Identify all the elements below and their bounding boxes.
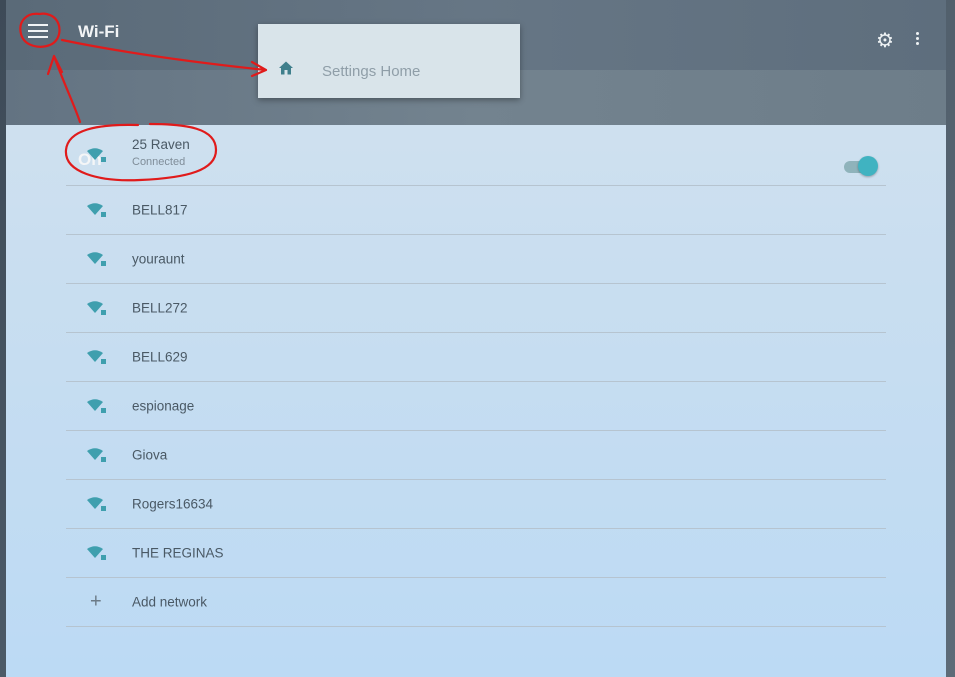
add-network-button[interactable]: + Add network [66, 578, 886, 627]
wifi-signal-icon [87, 350, 106, 364]
nav-dropdown: Settings Home [258, 24, 520, 98]
network-name: Giova [132, 447, 168, 463]
network-name: Rogers16634 [132, 496, 214, 512]
settings-home-item[interactable]: Settings Home [322, 63, 420, 80]
network-name: BELL272 [132, 300, 188, 316]
network-row[interactable]: BELL272 [66, 284, 886, 333]
more-vert-icon[interactable] [912, 30, 922, 52]
network-row[interactable]: Rogers16634 [66, 480, 886, 529]
network-row[interactable]: Giova [66, 431, 886, 480]
wifi-signal-icon [87, 399, 106, 413]
gear-icon[interactable]: ⚙ [874, 30, 896, 52]
network-row[interactable]: BELL817 [66, 186, 886, 235]
wifi-signal-icon [87, 448, 106, 462]
network-row[interactable]: BELL629 [66, 333, 886, 382]
wifi-signal-icon [87, 252, 106, 266]
add-network-label: Add network [132, 594, 208, 610]
network-row[interactable]: 25 Raven Connected [66, 125, 886, 186]
network-row[interactable]: THE REGINAS [66, 529, 886, 578]
plus-icon: + [90, 590, 102, 613]
network-name: BELL817 [132, 202, 188, 218]
network-name: youraunt [132, 251, 185, 267]
home-icon [279, 61, 293, 75]
network-status: Connected [132, 156, 186, 168]
network-list: 25 Raven Connected BELL817 youraunt BELL272 B… [66, 125, 886, 627]
network-name: 25 Raven [132, 137, 190, 152]
wifi-settings-screen: Wi-Fi ⚙ On 25 Raven Connected BELL817 youra… [6, 0, 946, 677]
network-name: espionage [132, 398, 195, 414]
menu-icon[interactable] [28, 24, 48, 40]
wifi-signal-icon [87, 203, 106, 217]
wifi-signal-icon [87, 497, 106, 511]
network-name: BELL629 [132, 349, 188, 365]
wifi-signal-icon [87, 148, 106, 162]
page-title: Wi-Fi [78, 22, 120, 41]
network-name: THE REGINAS [132, 545, 224, 561]
wifi-signal-icon [87, 301, 106, 315]
wifi-signal-icon [87, 546, 106, 560]
network-row[interactable]: youraunt [66, 235, 886, 284]
network-row[interactable]: espionage [66, 382, 886, 431]
